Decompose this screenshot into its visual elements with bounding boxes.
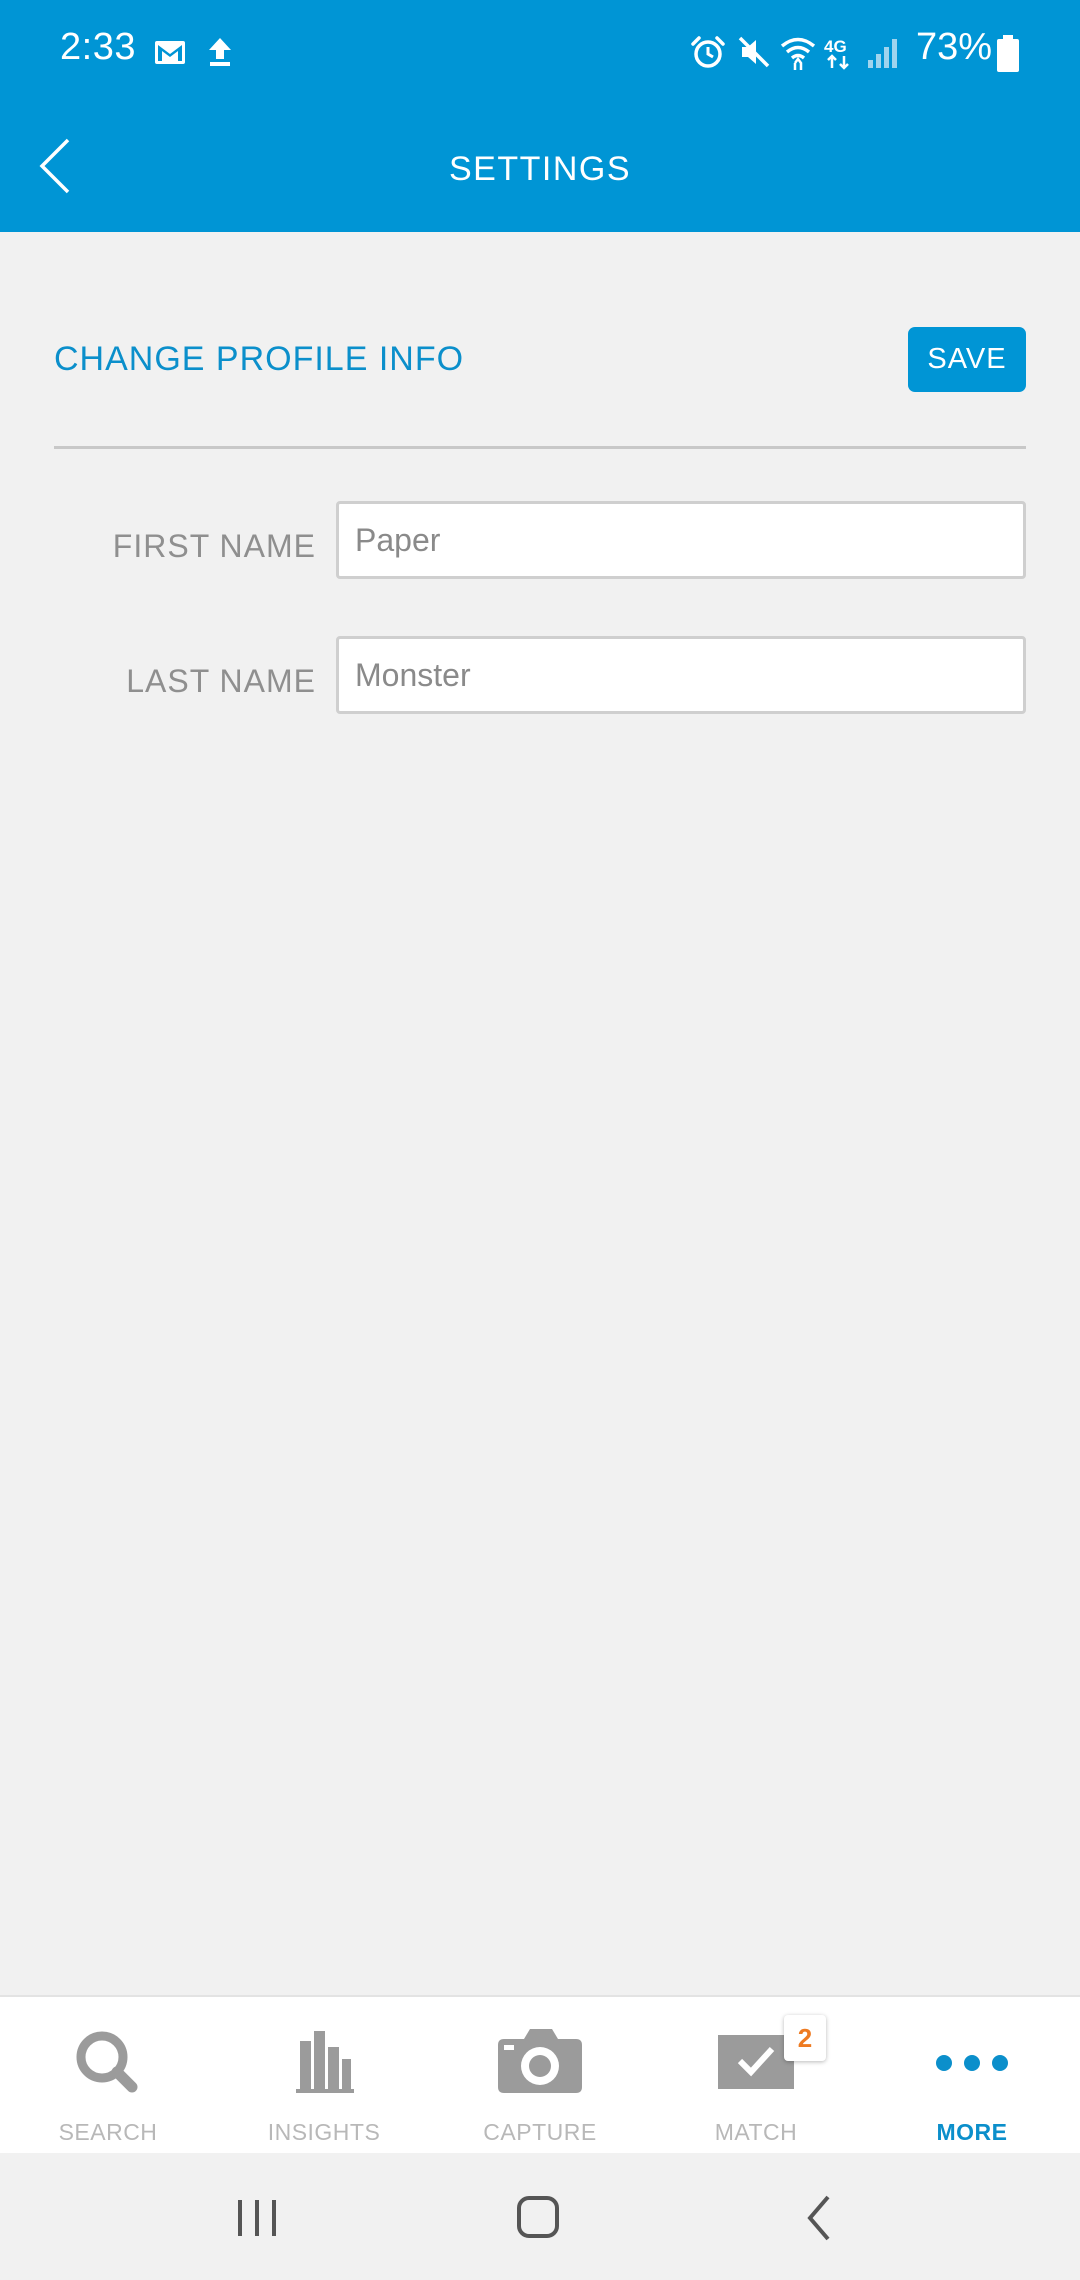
gmail-icon (155, 41, 185, 64)
page-title: SETTINGS (448, 150, 632, 188)
status-time: 2:33 (60, 26, 136, 68)
tab-label-match: MATCH (714, 2119, 798, 2145)
divider (54, 446, 1026, 449)
tab-label-search: SEARCH (58, 2119, 158, 2145)
system-nav-bar (0, 2153, 1080, 2280)
signal-icon (868, 39, 897, 68)
camera-icon (498, 2029, 582, 2093)
tab-label-insights: INSIGHTS (267, 2119, 381, 2145)
nav-bar: SETTINGS (0, 100, 1080, 232)
save-button[interactable]: SAVE (908, 327, 1026, 392)
status-bar: 2:33 4G 73% (0, 0, 1080, 100)
more-dots-icon (936, 2055, 1008, 2071)
last-name-input[interactable] (336, 636, 1026, 714)
last-name-label: LAST NAME (126, 663, 316, 699)
alarm-icon (691, 36, 725, 68)
mute-icon (738, 36, 770, 68)
bar-chart-icon (296, 2031, 354, 2093)
tab-insights[interactable]: INSIGHTS (216, 1997, 432, 2153)
upload-icon (209, 38, 231, 66)
match-count-badge: 2 (784, 2015, 826, 2061)
tab-label-capture: CAPTURE (483, 2119, 597, 2145)
first-name-label: FIRST NAME (112, 528, 316, 564)
tab-more[interactable]: MORE (864, 1997, 1080, 2153)
battery-icon (997, 35, 1019, 72)
first-name-input[interactable] (336, 501, 1026, 579)
bottom-nav: SEARCH INSIGHTS CAPTURE 2 MATCH MORE (0, 1995, 1080, 2153)
app-header: 2:33 4G 73% SETTINGS (0, 0, 1080, 232)
back-icon[interactable] (784, 2183, 854, 2253)
tab-match[interactable]: 2 MATCH (648, 1997, 864, 2153)
battery-percent: 73% (916, 26, 993, 68)
recents-icon[interactable] (222, 2183, 292, 2253)
svg-text:4G: 4G (824, 37, 847, 56)
tab-search[interactable]: SEARCH (0, 1997, 216, 2153)
tab-label-more: MORE (936, 2119, 1008, 2145)
wifi-icon (780, 37, 816, 70)
4g-lte-icon: 4G (824, 37, 849, 70)
search-icon (76, 2031, 138, 2093)
section-title: CHANGE PROFILE INFO (54, 340, 465, 378)
tab-capture[interactable]: CAPTURE (432, 1997, 648, 2153)
home-icon[interactable] (503, 2183, 573, 2253)
